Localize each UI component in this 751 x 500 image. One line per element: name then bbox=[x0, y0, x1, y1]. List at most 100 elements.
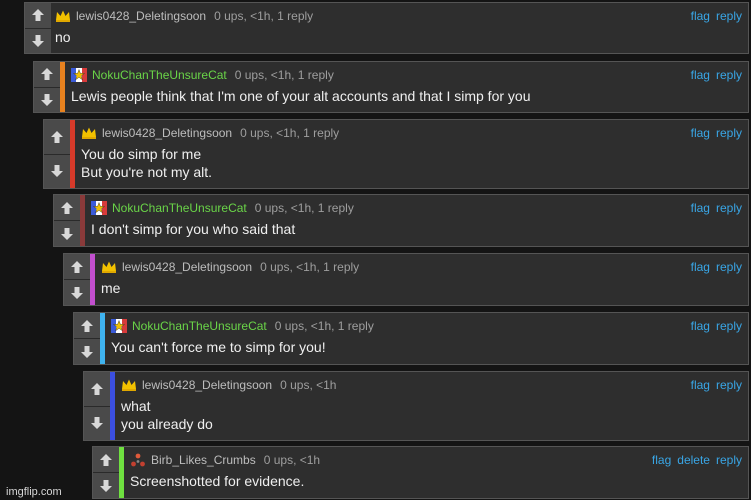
comment-stats: 0 ups, <1h bbox=[263, 453, 321, 467]
comment: lewis0428_Deletingsoon 0 ups, <1h flag r… bbox=[83, 371, 749, 441]
comment: NokuChanTheUnsureCat 0 ups, <1h, 1 reply… bbox=[73, 312, 749, 365]
crown-icon bbox=[102, 261, 116, 273]
comment-body: me bbox=[101, 279, 738, 297]
comment-stats: 0 ups, <1h bbox=[280, 378, 337, 392]
comment-stats: 0 ups, <1h, 1 reply bbox=[254, 201, 354, 215]
crown-icon bbox=[122, 379, 136, 391]
vote-column bbox=[74, 313, 100, 364]
thread-bar bbox=[119, 447, 124, 498]
author-link[interactable]: NokuChanTheUnsureCat bbox=[132, 319, 267, 333]
flag-link[interactable]: flag bbox=[691, 260, 710, 274]
vote-column bbox=[34, 62, 60, 112]
comment-line: me bbox=[101, 280, 121, 296]
vote-column bbox=[93, 447, 119, 498]
flag-link[interactable]: flag bbox=[691, 378, 710, 392]
arrow-up-icon bbox=[41, 68, 53, 81]
arrow-up-icon bbox=[100, 453, 112, 466]
thread-bar bbox=[110, 372, 115, 440]
comment-line: But you're not my alt. bbox=[81, 164, 213, 180]
flag-link[interactable]: flag bbox=[691, 126, 710, 140]
comment-line: Lewis people think that I'm one of your … bbox=[71, 88, 531, 104]
reply-link[interactable]: reply bbox=[716, 126, 742, 140]
comment-body: I don't simp for you who said that bbox=[91, 220, 738, 238]
downvote-button[interactable] bbox=[74, 339, 100, 364]
comment-stats: 0 ups, <1h, 1 reply bbox=[234, 68, 334, 82]
flag-link[interactable]: flag bbox=[691, 9, 710, 23]
thread-bar bbox=[90, 254, 95, 305]
comment-line: You can't force me to simp for you! bbox=[111, 339, 326, 355]
comment-body: You do simp for me But you're not my alt… bbox=[81, 145, 738, 181]
comment-meta: NokuChanTheUnsureCat 0 ups, <1h, 1 reply… bbox=[111, 318, 742, 334]
reply-link[interactable]: reply bbox=[716, 378, 742, 392]
comment-actions: flag reply bbox=[691, 260, 742, 274]
upvote-button[interactable] bbox=[64, 254, 90, 280]
comment-meta: lewis0428_Deletingsoon 0 ups, <1h flag r… bbox=[121, 377, 742, 393]
reply-link[interactable]: reply bbox=[716, 201, 742, 215]
downvote-button[interactable] bbox=[25, 28, 51, 53]
author-link[interactable]: NokuChanTheUnsureCat bbox=[112, 201, 247, 215]
author-link[interactable]: lewis0428_Deletingsoon bbox=[142, 378, 272, 392]
star-flag-icon bbox=[71, 68, 87, 82]
star-flag-icon bbox=[111, 319, 127, 333]
comment-meta: lewis0428_Deletingsoon 0 ups, <1h, 1 rep… bbox=[101, 259, 742, 275]
comment: NokuChanTheUnsureCat 0 ups, <1h, 1 reply… bbox=[33, 61, 749, 113]
thread-bar bbox=[80, 195, 85, 246]
comment-body: what you already do bbox=[121, 397, 738, 433]
flag-link[interactable]: flag bbox=[691, 201, 710, 215]
thread-bar bbox=[70, 120, 75, 188]
arrow-up-icon bbox=[71, 260, 83, 273]
author-link[interactable]: Birb_Likes_Crumbs bbox=[151, 453, 256, 467]
comment-line: you already do bbox=[121, 416, 213, 432]
downvote-button[interactable] bbox=[54, 221, 80, 246]
arrow-down-icon bbox=[81, 345, 93, 358]
arrow-down-icon bbox=[91, 417, 103, 430]
author-link[interactable]: lewis0428_Deletingsoon bbox=[102, 126, 232, 140]
crown-icon bbox=[82, 127, 96, 139]
reply-link[interactable]: reply bbox=[716, 9, 742, 23]
comment-actions: flag reply bbox=[691, 378, 742, 392]
upvote-button[interactable] bbox=[84, 372, 110, 407]
arrow-up-icon bbox=[81, 319, 93, 332]
comment-line: I don't simp for you who said that bbox=[91, 221, 296, 237]
upvote-button[interactable] bbox=[54, 195, 80, 221]
comment-meta: Birb_Likes_Crumbs 0 ups, <1h flag delete… bbox=[130, 452, 742, 468]
comment-actions: flag reply bbox=[691, 68, 742, 82]
downvote-button[interactable] bbox=[93, 473, 119, 498]
comment-actions: flag reply bbox=[691, 201, 742, 215]
comment-body: You can't force me to simp for you! bbox=[111, 338, 738, 356]
comment-meta: lewis0428_Deletingsoon 0 ups, <1h, 1 rep… bbox=[81, 125, 742, 141]
author-link[interactable]: NokuChanTheUnsureCat bbox=[92, 68, 227, 82]
reply-link[interactable]: reply bbox=[716, 319, 742, 333]
comment-body: Screenshotted for evidence. bbox=[130, 472, 738, 490]
arrow-down-icon bbox=[32, 34, 44, 47]
author-link[interactable]: lewis0428_Deletingsoon bbox=[76, 9, 206, 23]
downvote-button[interactable] bbox=[44, 154, 70, 188]
downvote-button[interactable] bbox=[84, 406, 110, 440]
upvote-button[interactable] bbox=[93, 447, 119, 473]
upvote-button[interactable] bbox=[25, 3, 51, 29]
comment: lewis0428_Deletingsoon 0 ups, <1h, 1 rep… bbox=[43, 119, 749, 189]
reply-link[interactable]: reply bbox=[716, 453, 742, 467]
delete-link[interactable]: delete bbox=[677, 453, 710, 467]
vote-column bbox=[84, 372, 110, 440]
downvote-button[interactable] bbox=[34, 87, 60, 112]
comment-actions: flag reply bbox=[691, 319, 742, 333]
flag-link[interactable]: flag bbox=[691, 68, 710, 82]
arrow-down-icon bbox=[51, 165, 63, 178]
comment-meta: NokuChanTheUnsureCat 0 ups, <1h, 1 reply… bbox=[91, 200, 742, 216]
comment-stats: 0 ups, <1h, 1 reply bbox=[240, 126, 340, 140]
flag-link[interactable]: flag bbox=[691, 319, 710, 333]
comment: lewis0428_Deletingsoon 0 ups, <1h, 1 rep… bbox=[24, 2, 749, 54]
author-link[interactable]: lewis0428_Deletingsoon bbox=[122, 260, 252, 274]
downvote-button[interactable] bbox=[64, 280, 90, 305]
reply-link[interactable]: reply bbox=[716, 260, 742, 274]
arrow-down-icon bbox=[61, 227, 73, 240]
flag-link[interactable]: flag bbox=[652, 453, 671, 467]
reply-link[interactable]: reply bbox=[716, 68, 742, 82]
upvote-button[interactable] bbox=[74, 313, 100, 339]
arrow-down-icon bbox=[100, 479, 112, 492]
vote-column bbox=[44, 120, 70, 188]
upvote-button[interactable] bbox=[44, 120, 70, 155]
crown-icon bbox=[56, 10, 70, 22]
upvote-button[interactable] bbox=[34, 62, 60, 88]
